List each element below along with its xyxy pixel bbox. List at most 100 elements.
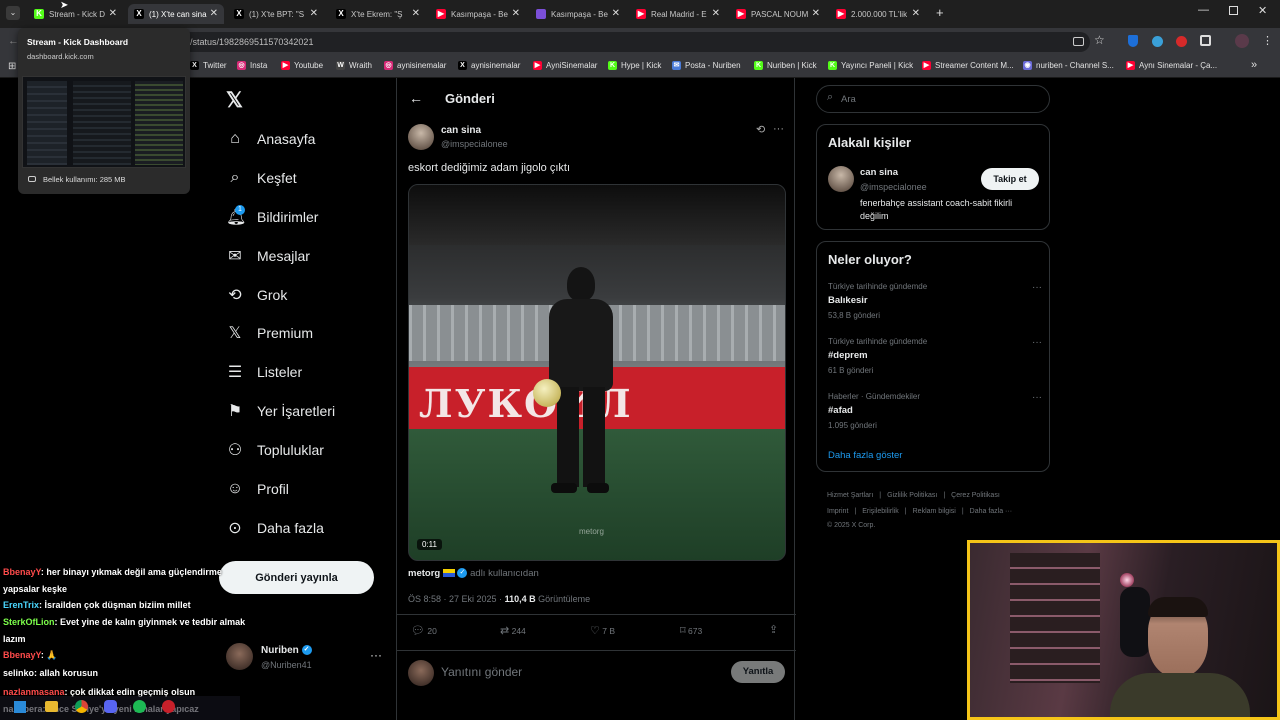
bookmark-star-icon[interactable]: ☆ [1094, 33, 1105, 47]
author-avatar[interactable] [408, 124, 434, 150]
nav-item-listeler[interactable]: ☰ Listeler [226, 360, 302, 384]
post-time[interactable]: ÖS 8:58 · 27 Eki 2025 · [408, 594, 502, 604]
x-logo-icon[interactable]: 𝕏 [226, 88, 243, 113]
footer-link[interactable]: Imprint [827, 508, 848, 515]
nav-item-anasayfa[interactable]: ⌂ Anasayfa [226, 127, 315, 151]
nav-item-profil[interactable]: ☺ Profil [226, 477, 289, 501]
explorer-icon[interactable] [45, 701, 58, 712]
more-bookmarks-icon[interactable]: » [1251, 59, 1257, 71]
browser-tab[interactable]: ▶ Real Madrid - E ✕ [630, 4, 726, 24]
extension-shield-icon[interactable] [1128, 35, 1138, 47]
restore-icon[interactable] [1229, 6, 1238, 15]
browser-tab[interactable]: K Stream - Kick D ✕ [28, 4, 123, 24]
minimize-icon[interactable]: — [1198, 4, 1209, 16]
bookmark-item[interactable]: X Twitter [190, 61, 227, 70]
tab-search-button[interactable]: ⌄ [6, 6, 20, 20]
nav-item-topluluklar[interactable]: ⚇ Topluluklar [226, 438, 324, 462]
related-handle[interactable]: @imspecialonee [860, 182, 927, 192]
footer-link[interactable]: Gizlilik Politikası [887, 492, 937, 499]
bookmark-item[interactable]: ▶ AyniSinemalar [533, 61, 597, 70]
tab-close-icon[interactable]: ✕ [912, 8, 920, 19]
reply-button[interactable]: Yanıtla [731, 661, 785, 683]
bookmark-item[interactable]: K Yayıncı Paneli | Kick [828, 61, 913, 70]
nav-item-grok[interactable]: ⟲ Grok [226, 283, 287, 307]
bookmark-item[interactable]: ▶ Youtube [281, 61, 323, 70]
bookmark-item[interactable]: ◉ nuriben - Channel S... [1023, 61, 1114, 70]
apps-grid-icon[interactable]: ⊞ [8, 61, 16, 72]
footer-link[interactable]: Çerez Politikası [951, 492, 1000, 499]
trend-item[interactable]: Türkiye tarihinde gündemde #deprem 61 B gö… [828, 337, 1042, 385]
discord-icon[interactable] [104, 700, 117, 713]
show-more-link[interactable]: Daha fazla göster [828, 450, 902, 461]
author-handle[interactable]: @imspecialonee [441, 139, 508, 149]
tab-close-icon[interactable]: ✕ [210, 8, 218, 19]
close-window-icon[interactable]: ✕ [1258, 4, 1267, 17]
spotify-icon[interactable] [133, 700, 146, 713]
windows-start-icon[interactable] [14, 701, 26, 713]
trend-more-icon[interactable]: ··· [1032, 337, 1042, 348]
browser-tab[interactable]: X (1) X'te BPT: "S ✕ [228, 4, 324, 24]
footer-link[interactable]: Daha fazla ··· [970, 508, 1012, 515]
footer-link[interactable]: Erişilebilirlik [862, 508, 899, 515]
tab-close-icon[interactable]: ✕ [310, 8, 318, 19]
nav-item-yer-i̇şaretleri[interactable]: ⚑ Yer İşaretleri [226, 399, 335, 423]
like-action[interactable]: ♡ 7 B [590, 624, 615, 637]
nav-item-mesajlar[interactable]: ✉ Mesajlar [226, 244, 310, 268]
browser-menu-icon[interactable]: ⋮ [1262, 34, 1273, 47]
back-arrow-icon[interactable]: ← [409, 90, 423, 106]
chrome-icon[interactable] [75, 700, 88, 713]
bookmark-item[interactable]: ✉ Posta - Nuriben [672, 61, 741, 70]
nav-item-keşfet[interactable]: ⌕ Keşfet [226, 166, 297, 190]
repost-action[interactable]: ⇄ 244 [500, 624, 526, 637]
browser-tab[interactable]: Kasımpaşa - Be ✕ [530, 4, 626, 24]
bookmark-item[interactable]: K Hype | Kick [608, 61, 661, 70]
bookmark-item[interactable]: ◎ Insta [237, 61, 267, 70]
tab-close-icon[interactable]: ✕ [109, 8, 117, 19]
trend-item[interactable]: Haberler · Gündemdekiler #afad 1.095 gönde… [828, 392, 1042, 440]
trend-more-icon[interactable]: ··· [1032, 392, 1042, 403]
source-user[interactable]: metorg [408, 568, 440, 579]
author-name[interactable]: can sina [441, 125, 481, 136]
install-icon[interactable] [1073, 37, 1084, 46]
post-video[interactable]: ЛУКОЙЛ metorg 0:11 [408, 184, 786, 561]
extension-globe-icon[interactable] [1152, 36, 1163, 47]
reply-input[interactable]: Yanıtını gönder [441, 665, 522, 679]
footer-link[interactable]: Hizmet Şartları [827, 492, 873, 499]
trend-more-icon[interactable]: ··· [1032, 282, 1042, 293]
related-name[interactable]: can sina [860, 167, 898, 178]
tab-close-icon[interactable]: ✕ [512, 8, 520, 19]
tab-close-icon[interactable]: ✕ [812, 8, 820, 19]
browser-tab[interactable]: X X'te Ekrem: "Ş ✕ [330, 4, 426, 24]
nav-item-premium[interactable]: 𝕏 Premium [226, 321, 313, 345]
new-tab-button[interactable]: + [936, 5, 944, 20]
bookmark-item[interactable]: K Nuriben | Kick [754, 61, 817, 70]
tab-close-icon[interactable]: ✕ [712, 8, 720, 19]
profile-avatar-icon[interactable] [1235, 34, 1249, 48]
bookmark-item[interactable]: Xaynisinemalar [458, 61, 520, 70]
footer-link[interactable]: Reklam bilgisi [913, 508, 956, 515]
grok-icon[interactable]: ⟲ [756, 123, 765, 136]
extension-red-icon[interactable] [1176, 36, 1187, 47]
browser-tab[interactable]: ▶ Kasımpaşa - Be ✕ [430, 4, 526, 24]
tab-close-icon[interactable]: ✕ [612, 8, 620, 19]
search-box[interactable]: ⌕ Ara [816, 85, 1050, 113]
browser-tab[interactable]: ▶ 2.000.000 TL'lik ✕ [830, 4, 926, 24]
bookmark-item[interactable]: ▶ Aynı Sinemalar - Ça... [1126, 61, 1217, 70]
post-more-icon[interactable]: ··· [773, 123, 784, 135]
extensions-puzzle-icon[interactable] [1200, 35, 1211, 46]
tab-close-icon[interactable]: ✕ [412, 8, 420, 19]
nav-item-daha-fazla[interactable]: ⊙ Daha fazla [226, 516, 324, 540]
reply-action[interactable]: 💬︎ 20 [411, 624, 437, 637]
url-text[interactable]: /status/1982869511570342021 [190, 33, 1070, 51]
app-icon[interactable] [162, 700, 175, 713]
related-avatar[interactable] [828, 166, 854, 192]
bookmark-item[interactable]: ◎ aynisinemalar [384, 61, 446, 70]
share-icon[interactable]: ⇪ [769, 623, 778, 636]
account-more-icon[interactable]: ··· [370, 648, 382, 662]
bookmark-item[interactable]: W Wraith [336, 61, 372, 70]
bookmark-item[interactable]: ▶ Streamer Content M... [922, 61, 1014, 70]
browser-tab[interactable]: X (1) X'te can sina ✕ [128, 4, 224, 24]
browser-tab[interactable]: ▶ PASCAL NOUM ✕ [730, 4, 826, 24]
follow-button[interactable]: Takip et [981, 168, 1039, 190]
bookmark-action[interactable]: ⌑ 673 [680, 624, 702, 637]
